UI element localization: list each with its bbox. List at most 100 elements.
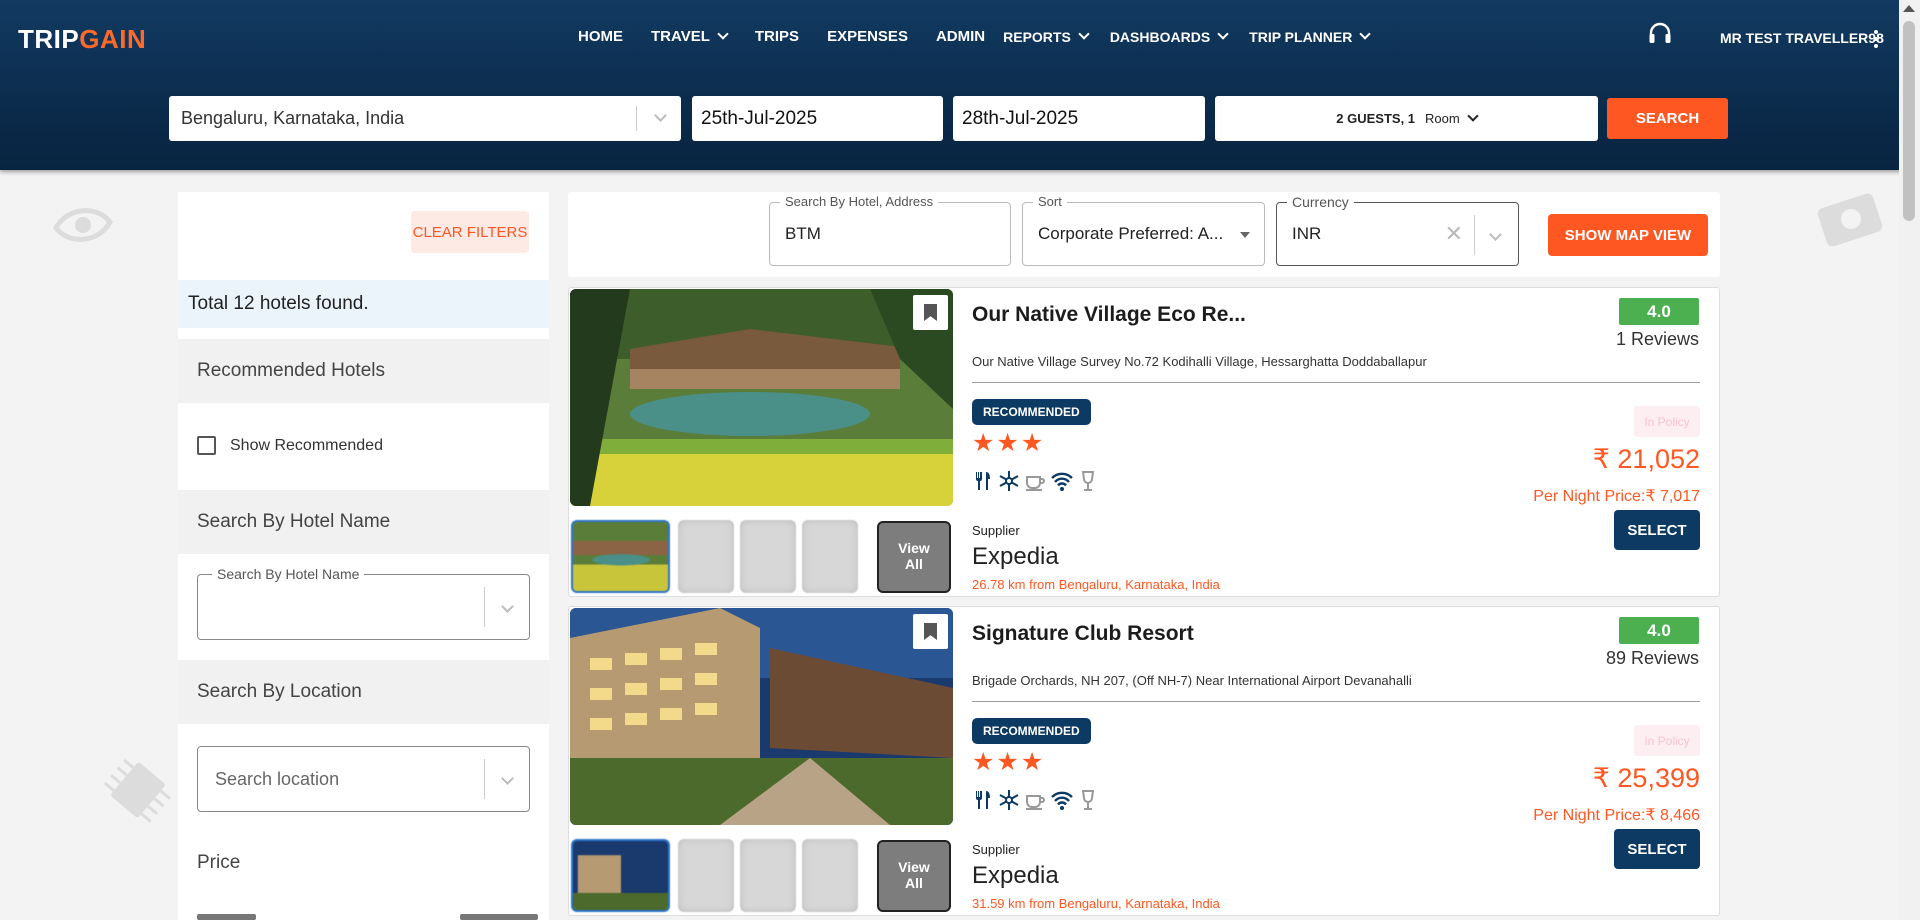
coffee-icon — [1026, 476, 1045, 491]
chevron-down-icon — [501, 772, 514, 785]
distance-text: 31.59 km from Bengaluru, Karnataka, Indi… — [972, 896, 1220, 911]
checkin-date-input[interactable]: 25th-Jul-2025 — [692, 96, 943, 141]
sort-legend: Sort — [1033, 194, 1067, 209]
thumbnail-strip — [571, 520, 864, 593]
recommended-badge: RECOMMENDED — [972, 718, 1091, 744]
nav-admin[interactable]: ADMIN — [936, 28, 985, 45]
location-value: Bengaluru, Karnataka, India — [181, 108, 405, 128]
hotel-address-value: BTM — [785, 224, 821, 243]
total-price: ₹ 25,399 — [1592, 763, 1700, 793]
thumbnail-image[interactable] — [571, 839, 670, 912]
hotel-address: Our Native Village Survey No.72 Kodihall… — [972, 354, 1427, 369]
rating-badge: 4.0 — [1619, 617, 1699, 644]
thumbnail-image[interactable] — [802, 839, 858, 912]
select-separator — [1474, 215, 1475, 255]
thumbnail-image[interactable] — [740, 839, 796, 912]
nav-trip-planner[interactable]: TRIP PLANNER — [1249, 28, 1372, 45]
recommended-hotels-heading: Recommended Hotels — [178, 339, 549, 403]
search-button[interactable]: SEARCH — [1607, 98, 1728, 139]
coffee-icon — [1026, 795, 1045, 810]
distance-text: 26.78 km from Bengaluru, Karnataka, Indi… — [972, 577, 1220, 592]
clear-filters-button[interactable]: CLEAR FILTERS — [411, 211, 529, 253]
location-search-select[interactable]: Search location — [197, 746, 530, 812]
price-max-handle[interactable] — [460, 914, 538, 920]
show-recommended-label: Show Recommended — [230, 436, 383, 454]
supplier-name: Expedia — [972, 543, 1059, 570]
view-all-button[interactable]: View All — [877, 521, 951, 593]
select-button[interactable]: SELECT — [1614, 829, 1700, 869]
guests-room-selector[interactable]: 2 GUESTS, 1 Room — [1215, 96, 1598, 141]
per-night-price: Per Night Price:₹ 8,466 — [1533, 807, 1700, 824]
bar-icon — [1081, 790, 1095, 810]
chevron-down-icon — [501, 600, 514, 613]
divider — [972, 382, 1700, 383]
hotel-name[interactable]: Our Native Village Eco Re... — [972, 303, 1246, 327]
chevron-down-icon — [1078, 28, 1090, 40]
price-min-handle[interactable] — [197, 914, 256, 920]
rating-badge: 4.0 — [1619, 298, 1699, 325]
logo-text-gain: GAIN — [79, 24, 147, 54]
thumbnail-image[interactable] — [678, 520, 734, 593]
hotel-name-select[interactable]: Search By Hotel Name — [197, 566, 530, 640]
bar-icon — [1081, 471, 1095, 491]
chevron-down-icon — [654, 109, 667, 122]
thumbnail-image[interactable] — [571, 520, 670, 593]
in-policy-badge: In Policy — [1634, 406, 1700, 437]
supplier-name: Expedia — [972, 862, 1059, 889]
hotel-photo[interactable] — [570, 289, 953, 506]
nav-trips[interactable]: TRIPS — [755, 28, 799, 45]
restaurant-icon — [976, 472, 990, 490]
thumbnail-image[interactable] — [740, 520, 796, 593]
show-recommended-checkbox[interactable] — [197, 436, 216, 455]
star-rating: ★★★ — [972, 429, 1046, 457]
location-heading: Search By Location — [178, 660, 549, 724]
hotel-card: View All Signature Club Resort 4.0 89 Rev… — [568, 606, 1720, 916]
sort-select[interactable]: Sort Corporate Preferred: A... — [1022, 194, 1265, 266]
chevron-down-icon — [1359, 28, 1372, 40]
price-heading: Price — [197, 852, 241, 873]
currency-value: INR — [1292, 224, 1322, 243]
nav-dashboards[interactable]: DASHBOARDS — [1110, 28, 1229, 45]
show-recommended-option[interactable]: Show Recommended — [197, 436, 383, 455]
chevron-down-icon — [1489, 228, 1502, 241]
nav-travel[interactable]: TRAVEL — [651, 28, 729, 45]
thumbnail-image[interactable] — [802, 520, 858, 593]
hotel-name[interactable]: Signature Club Resort — [972, 622, 1194, 646]
bookmark-icon[interactable] — [913, 295, 948, 330]
scroll-up-icon[interactable] — [1903, 5, 1915, 12]
bookmark-icon[interactable] — [913, 614, 948, 649]
location-select[interactable]: Bengaluru, Karnataka, India — [169, 96, 681, 141]
nav-reports[interactable]: REPORTS — [1003, 28, 1090, 45]
nav-home[interactable]: HOME — [578, 28, 623, 45]
camera-watermark-icon — [1817, 193, 1883, 246]
currency-select[interactable]: Currency INR ✕ — [1276, 194, 1519, 266]
user-name[interactable]: MR TEST TRAVELLER98 — [1720, 30, 1884, 46]
reviews-count[interactable]: 1 Reviews — [1616, 329, 1699, 350]
view-all-button[interactable]: View All — [877, 840, 951, 912]
hotel-photo[interactable] — [570, 608, 953, 825]
scrollbar-thumb[interactable] — [1903, 21, 1915, 221]
currency-legend: Currency — [1287, 194, 1354, 210]
nav-expenses[interactable]: EXPENSES — [827, 28, 908, 45]
in-policy-badge: In Policy — [1634, 725, 1700, 756]
divider — [972, 701, 1700, 702]
select-button[interactable]: SELECT — [1614, 510, 1700, 550]
kebab-menu-icon[interactable] — [1874, 30, 1880, 48]
dropdown-arrow-icon — [1240, 232, 1250, 238]
checkout-value: 28th-Jul-2025 — [962, 107, 1079, 129]
show-map-view-button[interactable]: SHOW MAP VIEW — [1548, 214, 1708, 256]
amenities — [972, 789, 1102, 811]
top-header: TRIPGAIN HOME TRAVEL TRIPS EXPENSES ADMI… — [0, 0, 1920, 170]
thumbnail-image[interactable] — [678, 839, 734, 912]
select-separator — [484, 759, 485, 799]
tripgain-logo[interactable]: TRIPGAIN — [18, 24, 146, 55]
hotel-address-search-input[interactable]: Search By Hotel, Address BTM — [769, 194, 1011, 266]
checkout-date-input[interactable]: 28th-Jul-2025 — [953, 96, 1205, 141]
hotel-address-legend: Search By Hotel, Address — [780, 194, 939, 209]
chip-watermark-icon — [103, 758, 171, 823]
reviews-count[interactable]: 89 Reviews — [1606, 648, 1699, 669]
select-separator — [636, 106, 637, 131]
headset-icon[interactable] — [1648, 22, 1672, 44]
chevron-down-icon — [717, 28, 729, 40]
clear-icon[interactable]: ✕ — [1445, 221, 1463, 247]
